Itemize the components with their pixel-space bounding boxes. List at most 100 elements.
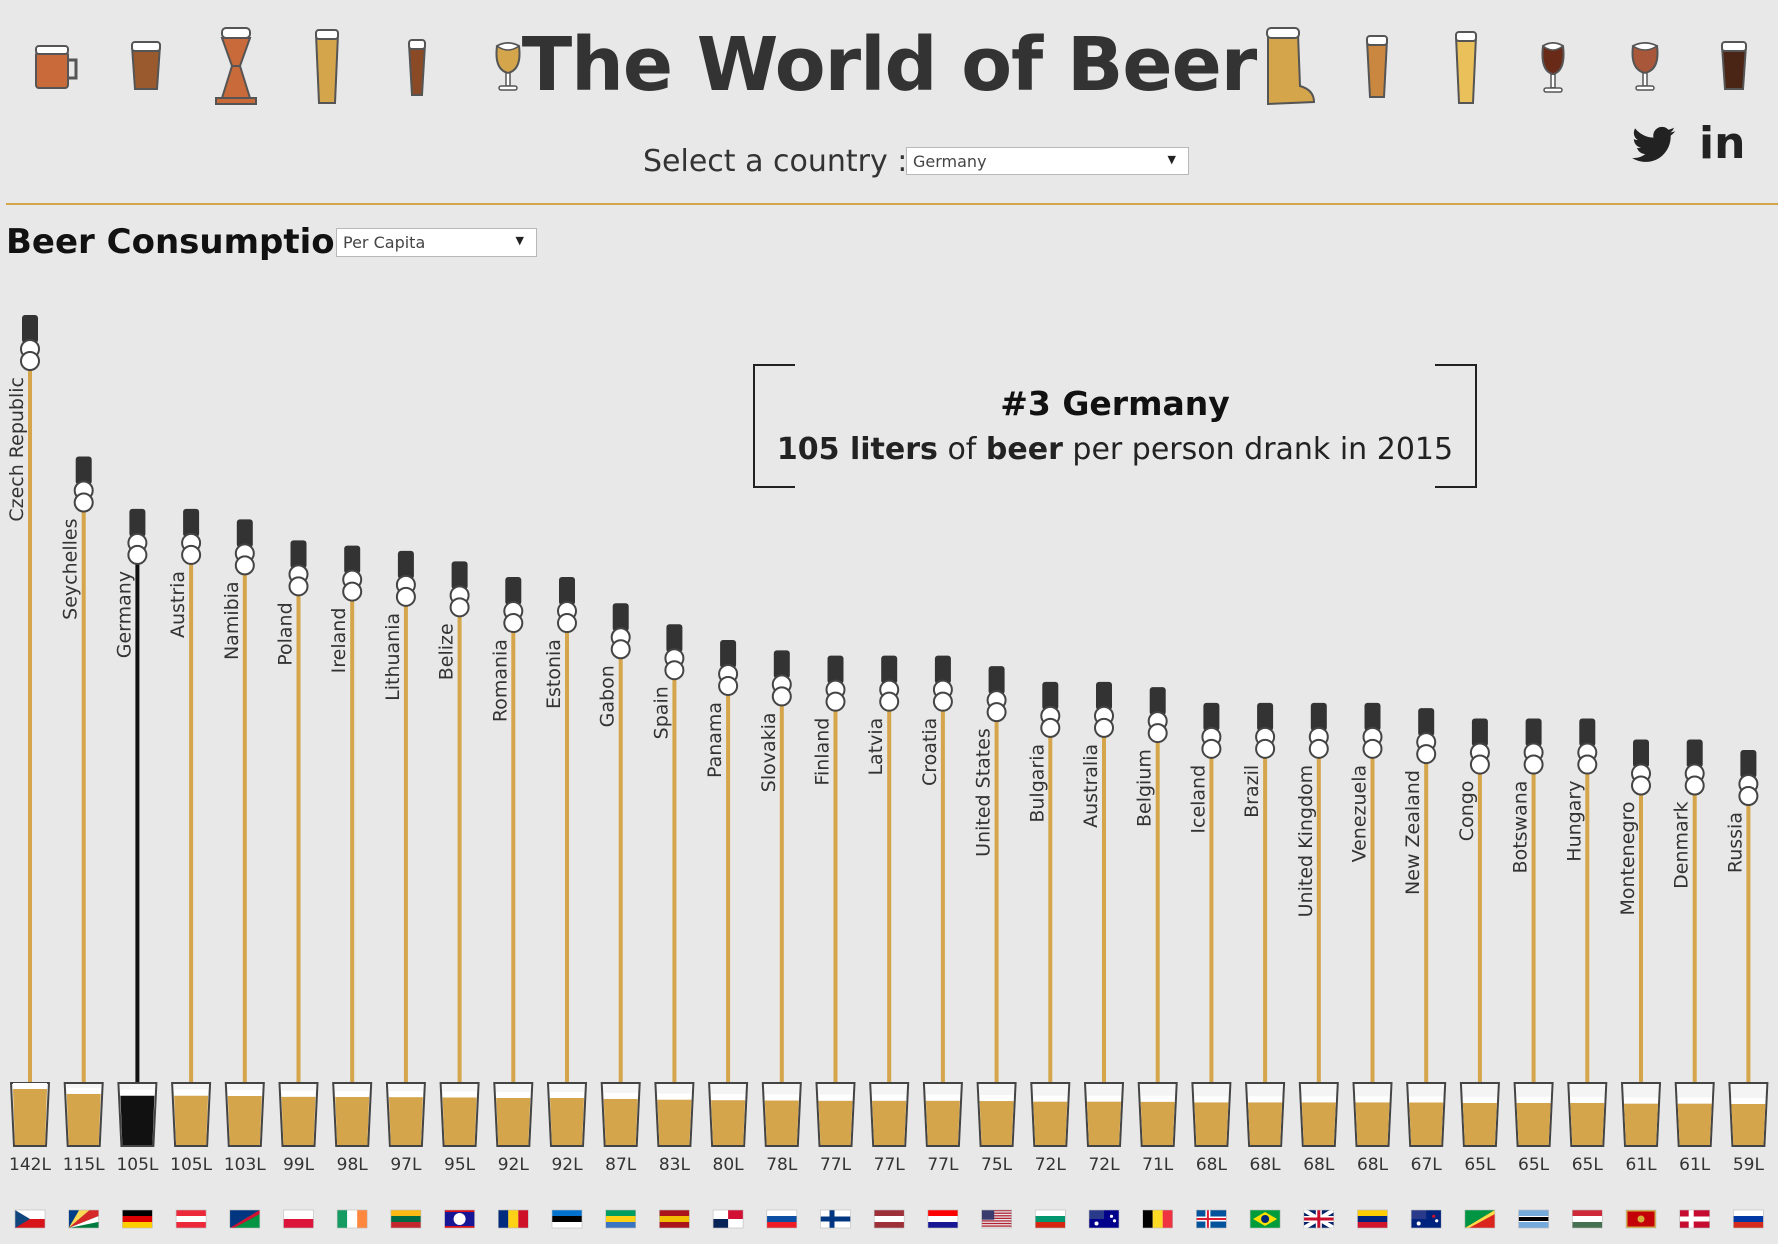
flag-icon: [444, 1209, 475, 1229]
flag-stripe: [1733, 1216, 1764, 1222]
callout-rank: #3 Germany: [1000, 384, 1230, 423]
tap-handle-icon: [1149, 687, 1166, 716]
value-label: 68L: [1303, 1155, 1335, 1175]
beer-glass-icon: [130, 41, 162, 90]
flag-icon: [873, 1209, 905, 1229]
flag-stripe: [766, 1216, 797, 1222]
flag-icon: [1357, 1209, 1388, 1229]
bar-group-finland: Finland 77L: [812, 655, 856, 1229]
flag-icon: [1142, 1209, 1173, 1229]
flag-canton: [1411, 1210, 1427, 1219]
twitter-link[interactable]: [1632, 124, 1676, 175]
tap-handle-icon: [1096, 681, 1112, 710]
flag-stripe: [498, 1210, 509, 1228]
flag-stripe: [1035, 1210, 1066, 1216]
flag-stripe: [176, 1222, 207, 1228]
flag-icon: [336, 1209, 368, 1229]
tap-handle-icon: [720, 639, 737, 668]
glass-fill: [388, 1097, 423, 1145]
flag-cross: [820, 1216, 851, 1222]
flag-quarter: [713, 1219, 729, 1228]
country-select[interactable]: Germany ▼: [906, 147, 1189, 175]
beer-stream-bar: [1424, 753, 1429, 1093]
flag-stripe: [337, 1210, 348, 1228]
glass-fill: [657, 1099, 692, 1145]
beer-stream-bar: [1209, 747, 1214, 1093]
glass-foam: [764, 1094, 799, 1101]
tap-handle-icon: [22, 315, 38, 343]
value-label: 105L: [170, 1155, 212, 1175]
tap-handle-icon: [988, 666, 1005, 695]
country-label: Iceland: [1187, 765, 1209, 834]
value-label: 77L: [820, 1155, 852, 1175]
flag-stripe: [552, 1216, 582, 1222]
value-label: 72L: [1088, 1155, 1120, 1175]
callout-bracket-right: [1435, 364, 1477, 488]
flag-stripe: [1572, 1216, 1603, 1222]
bar-group-bulgaria: Bulgaria 72L: [1026, 681, 1071, 1229]
header: The World of Beer Select a country: Ger…: [0, 0, 1778, 205]
beer-stream-bar: [242, 564, 247, 1093]
bar-group-slovakia: Slovakia 78L: [758, 650, 802, 1229]
glass-foam: [1570, 1096, 1605, 1103]
bar-group-namibia: Namibia 103L: [221, 519, 266, 1229]
tap-handle-icon: [1740, 750, 1757, 778]
tap-handle-icon: [183, 508, 200, 537]
country-label: Latvia: [865, 718, 887, 776]
tap-spout-icon: [771, 686, 792, 707]
value-label: 92L: [551, 1155, 583, 1175]
bar-group-belize: Belize 95L: [436, 561, 480, 1229]
beer-stream-bar: [565, 622, 569, 1093]
beer-stream-bar: [1639, 784, 1643, 1093]
measure-select[interactable]: Per Capita ▼: [336, 228, 537, 257]
value-label: 68L: [1357, 1155, 1389, 1175]
glass-foam: [1731, 1097, 1766, 1104]
beer-stream-bar: [1155, 732, 1160, 1093]
flag-icon: [1410, 1209, 1442, 1229]
glass-fill: [1409, 1102, 1444, 1145]
flag-stripe: [122, 1210, 153, 1216]
flag-stripe: [176, 1210, 207, 1216]
value-label: 68L: [1196, 1155, 1228, 1175]
flag-star: [1435, 1219, 1439, 1223]
linkedin-link[interactable]: in: [1699, 118, 1745, 169]
tap-handle-icon: [881, 655, 898, 684]
glass-fill: [550, 1098, 584, 1145]
value-label: 92L: [498, 1155, 530, 1175]
glass-foam: [1194, 1096, 1229, 1103]
value-label: 142L: [9, 1155, 51, 1175]
bar-group-botswana: Botswana 65L: [1510, 718, 1554, 1229]
glass-foam: [174, 1089, 209, 1096]
tap-handle-icon: [1203, 702, 1220, 731]
bar-group-montenegro: Montenegro 61L: [1617, 739, 1662, 1229]
country-label: Austria: [167, 571, 189, 638]
tap-spout-icon: [718, 675, 739, 696]
glass-foam: [711, 1094, 746, 1101]
glass-foam: [1462, 1096, 1497, 1103]
tap-spout-icon: [1201, 738, 1222, 759]
beer-glass-icon: [1541, 42, 1565, 93]
glass-foam: [335, 1090, 370, 1097]
flag-stripe: [981, 1220, 1012, 1222]
flag-stripe: [1152, 1210, 1163, 1228]
flag-cross: [1303, 1217, 1334, 1221]
glass-fill: [1194, 1102, 1229, 1145]
beer-stream-bar: [1263, 747, 1268, 1093]
glass-foam: [1355, 1096, 1390, 1103]
tap-handle-icon: [505, 577, 522, 606]
glass-fill: [1516, 1102, 1551, 1145]
callout-of: of: [947, 432, 977, 467]
selected-country-callout: #3 Germany 105 liters of beer per person…: [753, 364, 1477, 488]
glass-foam: [120, 1089, 155, 1096]
beer-glass-icon: [407, 39, 427, 96]
beer-stream-bar: [672, 669, 677, 1093]
beer-glass-icon: [1365, 35, 1389, 98]
flag-star: [1432, 1214, 1436, 1218]
flag-stripe: [1162, 1210, 1173, 1228]
country-label: Germany: [113, 571, 135, 658]
bar-group-estonia: Estonia 92L: [543, 577, 588, 1229]
tap-handle-icon: [612, 603, 629, 632]
bar-group-hungary: Hungary 65L: [1563, 718, 1608, 1229]
bar-group-czech-republic: Czech Republic 142L: [6, 315, 51, 1229]
value-label: 97L: [390, 1155, 422, 1175]
